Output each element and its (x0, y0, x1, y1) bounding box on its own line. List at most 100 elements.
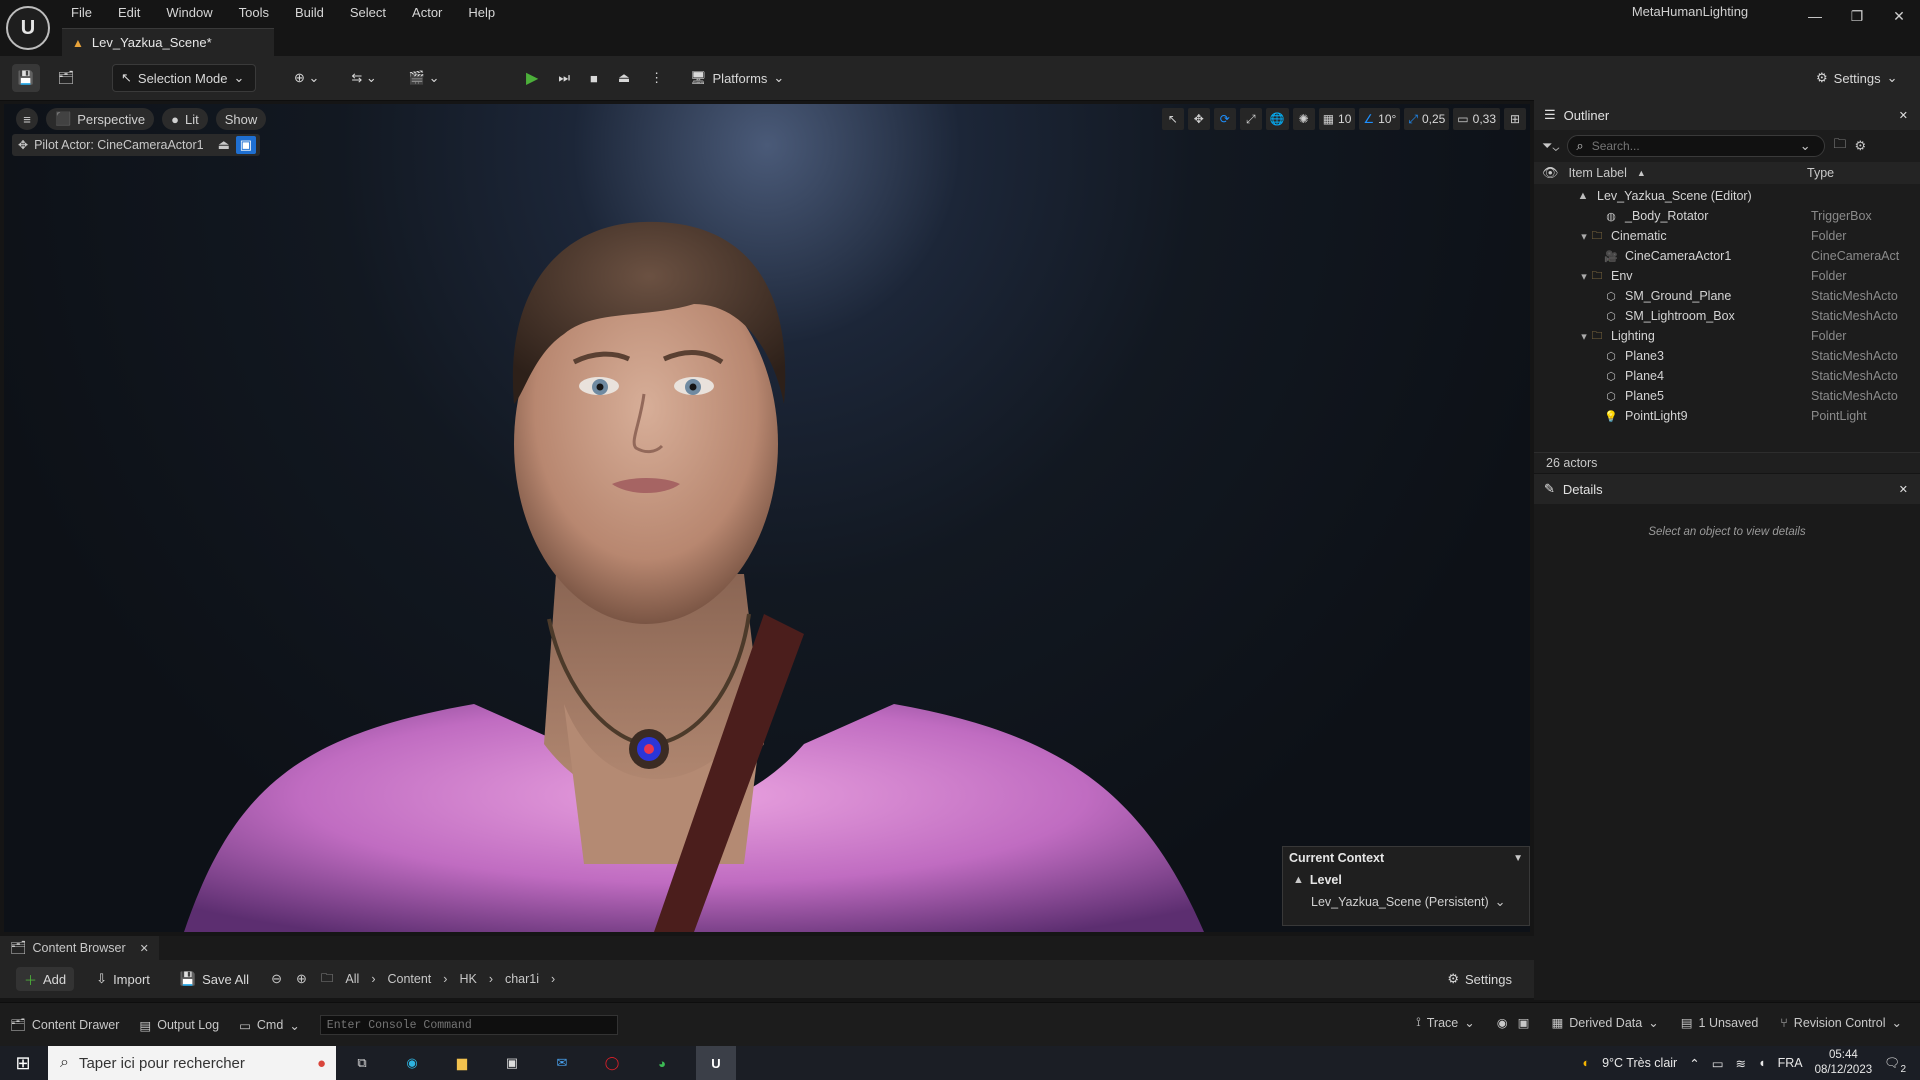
scale-tool-icon[interactable]: ⤢ (1239, 108, 1262, 130)
unsaved-button[interactable]: ▤ 1 Unsaved (1681, 1015, 1759, 1031)
history-forward-icon[interactable]: ⊕ (296, 971, 307, 987)
output-log-button[interactable]: ▤ Output Log (139, 1018, 219, 1033)
windows-start-icon[interactable]: ⊞ (10, 1052, 36, 1074)
import-button[interactable]: ⇩ Import (88, 967, 158, 991)
notifications-icon[interactable]: 🗨 2 (1884, 1056, 1906, 1075)
content-browser-tab[interactable]: 🗂 Content Browser ✕ (0, 936, 159, 960)
outliner-tab[interactable]: ☰ Outliner ✕ (1534, 100, 1920, 130)
taskbar-search-box[interactable]: ⌕ Taper ici pour rechercher ● (48, 1046, 336, 1080)
details-tab[interactable]: ✎ Details ✕ (1534, 474, 1920, 504)
weather-icon[interactable]: ◐ (1583, 1056, 1591, 1070)
add-folder-icon[interactable]: 🗀 (1833, 135, 1846, 157)
blueprint-icon[interactable]: ⇆ ⌄ (343, 64, 384, 92)
save-all-button[interactable]: 💾 Save All (172, 967, 257, 991)
hamburger-menu-icon[interactable]: ≡ (16, 108, 38, 130)
outliner-search-input[interactable]: ⌕ ⌄ (1567, 135, 1826, 157)
menu-actor[interactable]: Actor (399, 5, 455, 20)
breadcrumb-content[interactable]: Content (387, 972, 431, 986)
volume-icon[interactable]: ◖ (1758, 1056, 1766, 1070)
rotation-snap-button[interactable]: ∠ 10° (1359, 108, 1401, 130)
trace-dropdown[interactable]: ⟟ Trace ⌄ (1416, 1015, 1475, 1030)
play-icon[interactable]: ▶ (518, 64, 546, 92)
record-icon[interactable]: ◉ (1497, 1015, 1508, 1030)
browse-icon[interactable]: 🗂 (52, 64, 80, 92)
filter-icon[interactable]: ⏷⌄ (1542, 138, 1559, 154)
console-command-input[interactable] (319, 1015, 618, 1035)
world-space-icon[interactable]: 🌐 (1265, 108, 1289, 130)
opera-icon[interactable]: ◯ (596, 1055, 628, 1071)
task-view-icon[interactable]: ⧉ (346, 1055, 378, 1071)
breadcrumb-char1i[interactable]: char1i (505, 972, 539, 986)
outliner-row[interactable]: ▲ Lev_Yazkua_Scene (Editor) (1534, 186, 1920, 206)
close-tab-icon[interactable]: ✕ (1899, 109, 1908, 122)
breadcrumb-all[interactable]: All (345, 972, 359, 986)
outliner-row[interactable]: ⬡ SM_Lightroom_Box StaticMeshActo (1534, 306, 1920, 326)
expand-arrow-icon[interactable]: ▾ (1578, 230, 1590, 243)
content-drawer-button[interactable]: 🗂 Content Drawer (10, 1018, 119, 1033)
menu-build[interactable]: Build (282, 5, 337, 20)
breadcrumb-hk[interactable]: HK (459, 972, 476, 986)
weather-text[interactable]: 9°C Très clair (1602, 1056, 1677, 1070)
chevron-up-icon[interactable]: ⌃ (1689, 1056, 1699, 1071)
eject-pilot-icon[interactable]: ⏏ (218, 137, 230, 153)
chrome-icon[interactable]: ◕ (646, 1056, 678, 1071)
save-icon[interactable]: 💾 (12, 64, 40, 92)
eject-icon[interactable]: ⏏ (610, 64, 638, 92)
settings-dropdown[interactable]: ⚙ Settings ⌄ (1808, 64, 1906, 92)
show-button[interactable]: Show (215, 108, 267, 130)
menu-window[interactable]: Window (153, 5, 225, 20)
menu-file[interactable]: File (58, 5, 105, 20)
camera-speed-button[interactable]: ▭ 0,33 (1453, 108, 1500, 130)
surface-snap-icon[interactable]: ✺ (1292, 108, 1315, 130)
item-label-header[interactable]: Item Label (1569, 166, 1627, 180)
minimize-icon[interactable]: — (1793, 0, 1837, 32)
gear-icon[interactable]: ⚙ (1854, 138, 1866, 154)
search-field[interactable] (1589, 138, 1794, 154)
select-tool-icon[interactable]: ↖ (1161, 108, 1184, 130)
close-window-icon[interactable]: ✕ (1877, 0, 1920, 32)
add-actor-icon[interactable]: ⊕ ⌄ (286, 64, 327, 92)
display-icon[interactable]: ▭ (1712, 1056, 1724, 1071)
more-options-icon[interactable]: ⋮ (642, 64, 671, 92)
level-document-tab[interactable]: ▲ Lev_Yazkua_Scene* (62, 28, 274, 56)
menu-select[interactable]: Select (337, 5, 399, 20)
outliner-row[interactable]: ◍ _Body_Rotator TriggerBox (1534, 206, 1920, 226)
level-selector[interactable]: Lev_Yazkua_Scene (Persistent) ⌄ (1283, 891, 1529, 913)
move-tool-icon[interactable]: ✥ (1187, 108, 1210, 130)
expand-arrow-icon[interactable]: ▾ (1578, 330, 1590, 343)
menu-tools[interactable]: Tools (226, 5, 282, 20)
wifi-icon[interactable]: ≋ (1736, 1056, 1746, 1071)
stop-icon[interactable]: ■ (582, 64, 606, 92)
close-tab-icon[interactable]: ✕ (1899, 483, 1908, 496)
language-indicator[interactable]: FRA (1778, 1056, 1803, 1070)
outliner-row[interactable]: ▾ 🗀 Cinematic Folder (1534, 226, 1920, 246)
store-icon[interactable]: ▣ (496, 1055, 528, 1071)
layout-icon[interactable]: ⊞ (1504, 108, 1526, 130)
menu-edit[interactable]: Edit (105, 5, 153, 20)
outliner-row[interactable]: ⬡ SM_Ground_Plane StaticMeshActo (1534, 286, 1920, 306)
history-back-icon[interactable]: ⊖ (271, 971, 282, 987)
outliner-row[interactable]: ⬡ Plane5 StaticMeshActo (1534, 386, 1920, 406)
outliner-row[interactable]: 🎥 CineCameraActor1 CineCameraAct (1534, 246, 1920, 266)
mail-icon[interactable]: ✉ (546, 1055, 578, 1071)
file-explorer-icon[interactable]: ▆ (446, 1055, 478, 1071)
type-header[interactable]: Type (1807, 166, 1834, 180)
camera-lock-icon[interactable]: ▣ (235, 136, 256, 154)
restore-icon[interactable]: ❐ (1835, 0, 1879, 32)
level-viewport[interactable]: ≡ ⬛ Perspective ● Lit Show ✥ Pilot Actor… (4, 104, 1530, 932)
outliner-row[interactable]: ▾ 🗀 Env Folder (1534, 266, 1920, 286)
perspective-button[interactable]: ⬛ Perspective (46, 108, 155, 130)
platforms-dropdown[interactable]: 🖥 Platforms ⌄ (682, 64, 792, 92)
lit-button[interactable]: ● Lit (162, 108, 208, 130)
outliner-row[interactable]: ⬡ Plane4 StaticMeshActo (1534, 366, 1920, 386)
scale-snap-button[interactable]: ⤢ 0,25 (1404, 108, 1450, 130)
cinematics-icon[interactable]: 🎬 ⌄ (401, 64, 448, 92)
screenshot-icon[interactable]: ▣ (1518, 1015, 1530, 1030)
advance-frame-icon[interactable]: ⏭ (550, 64, 578, 92)
unreal-taskbar-icon[interactable]: U (696, 1046, 736, 1080)
grid-snap-button[interactable]: ▦ 10 (1318, 108, 1356, 130)
visibility-icon[interactable]: 👁 (1542, 165, 1559, 181)
add-button[interactable]: ＋ Add (16, 967, 75, 991)
outliner-row[interactable]: ⬡ Plane3 StaticMeshActo (1534, 346, 1920, 366)
derived-data-dropdown[interactable]: ▦ Derived Data ⌄ (1551, 1015, 1658, 1031)
